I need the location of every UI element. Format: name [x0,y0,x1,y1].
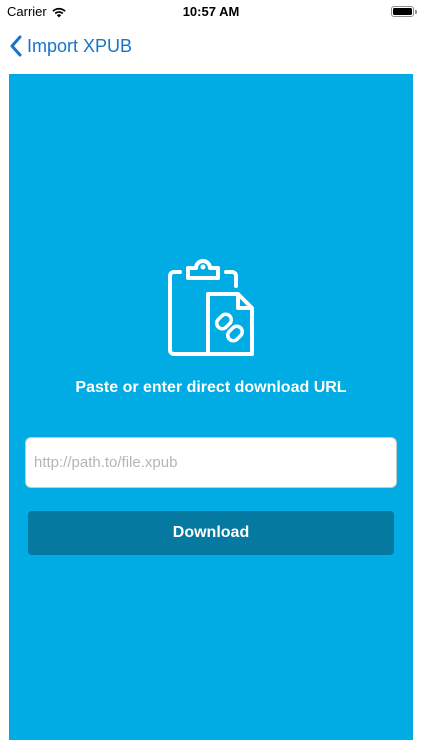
status-bar: Carrier 10:57 AM [0,0,422,24]
status-time: 10:57 AM [182,4,240,19]
import-panel: Paste or enter direct download URL Downl… [9,74,413,740]
battery-level [393,8,412,15]
back-button[interactable]: Import XPUB [10,32,132,60]
back-button-label: Import XPUB [27,35,133,56]
battery-nub [415,10,417,14]
clipboard-link-icon [168,259,254,356]
download-button[interactable]: Download [28,511,394,555]
url-prompt-text: Paste or enter direct download URL [75,379,347,396]
battery-icon [391,6,417,17]
chevron-left-icon [10,35,22,57]
navigation-bar: Import XPUB [0,24,422,68]
url-input[interactable] [25,437,397,488]
